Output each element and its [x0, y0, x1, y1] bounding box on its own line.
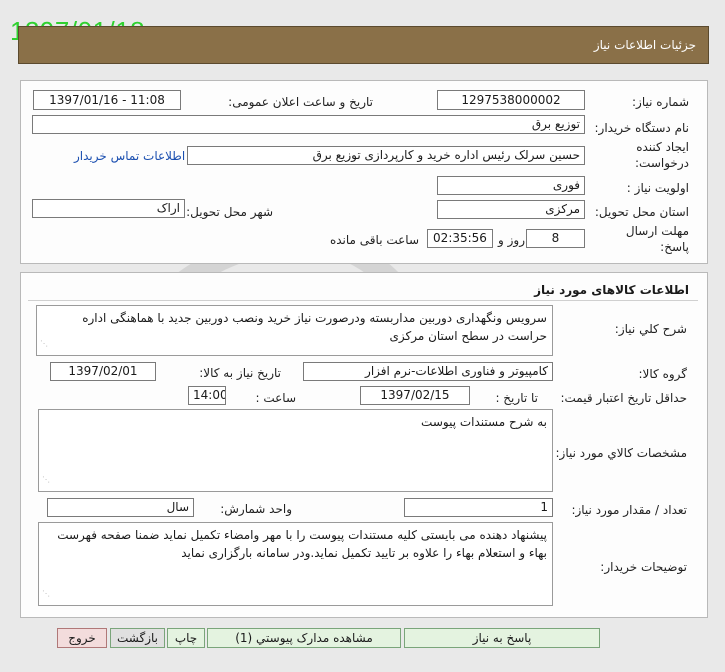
city-field[interactable]: اراک [32, 199, 185, 218]
price-validity-label: حداقل تاریخ اعتبار قیمت: [560, 391, 687, 405]
announce-date-label: تاریخ و ساعت اعلان عمومی: [228, 95, 373, 109]
view-attachments-button[interactable]: مشاهده مدارک پیوستي (1) [207, 628, 401, 648]
unit-label: واحد شمارش: [220, 502, 292, 516]
specs-text: به شرح مستندات پیوست [421, 415, 547, 429]
priority-field[interactable]: فوری [437, 176, 585, 195]
remaining-time-label: ساعت باقی مانده [329, 233, 419, 247]
need-number-label: شماره نیاز: [632, 95, 689, 109]
quantity-field[interactable]: 1 [404, 498, 553, 517]
exit-button[interactable]: خروج [57, 628, 107, 648]
print-button[interactable]: چاپ [167, 628, 205, 648]
section-divider [28, 300, 698, 301]
summary-label: شرح کلي نياز: [614, 322, 687, 336]
unit-field[interactable]: سال [47, 498, 194, 517]
contact-info-link[interactable]: اطلاعات تماس خریدار [74, 149, 185, 163]
reply-button[interactable]: پاسخ به نیاز [404, 628, 600, 648]
priority-label: اولویت نیاز : [626, 181, 689, 195]
time-remaining-field[interactable]: 02:35:56 [427, 229, 493, 248]
buyer-notes-text: پیشنهاد دهنده می بایستی کلیه مستندات پیو… [57, 528, 547, 560]
summary-text: سرویس ونگهداری دوربین مداربسته ودرصورت ن… [82, 311, 547, 343]
specs-textarea[interactable]: به شرح مستندات پیوست ⋰ [38, 409, 553, 492]
goods-group-field[interactable]: کامپیوتر و فناوری اطلاعات-نرم افزار [303, 362, 553, 381]
resize-grip-icon: ⋰ [42, 475, 50, 484]
announce-date-field[interactable]: 1397/01/16 - 11:08 [33, 90, 181, 110]
deadline-label-2: پاسخ: [660, 240, 689, 254]
validity-hour-label: ساعت : [255, 391, 296, 405]
buyer-notes-textarea[interactable]: پیشنهاد دهنده می بایستی کلیه مستندات پیو… [38, 522, 553, 606]
creator-field[interactable]: حسین سرلک رئیس اداره خرید و کارپردازی تو… [187, 146, 585, 165]
buyer-label: نام دستگاه خریدار: [594, 121, 690, 135]
province-label: استان محل تحویل: [594, 205, 689, 219]
page-header: جزئیات اطلاعات نیاز [18, 26, 709, 64]
creator-label-2: درخواست: [635, 156, 689, 170]
specs-label: مشخصات کالاي مورد نياز: [555, 446, 687, 460]
buyer-notes-label: توضیحات خریدار: [600, 560, 687, 574]
page-title: جزئیات اطلاعات نیاز [593, 38, 696, 52]
need-number-field[interactable]: 1297538000002 [437, 90, 585, 110]
need-date-field[interactable]: 1397/02/01 [50, 362, 156, 381]
goods-group-label: گروه کالا: [638, 367, 688, 381]
resize-grip-icon: ⋰ [42, 589, 50, 598]
quantity-label: تعداد / مقدار مورد نیاز: [571, 503, 687, 517]
need-date-label: تاریخ نیاز به کالا: [199, 366, 281, 380]
deadline-label-1: مهلت ارسال [625, 224, 689, 238]
goods-section-title: اطلاعات کالاهای مورد نیاز [534, 283, 689, 297]
creator-label-1: ایجاد کننده [636, 140, 689, 154]
days-remaining-field[interactable]: 8 [526, 229, 585, 248]
resize-grip-icon: ⋰ [40, 339, 48, 348]
province-field[interactable]: مرکزی [437, 200, 585, 219]
validity-date-field[interactable]: 1397/02/15 [360, 386, 470, 405]
until-date-label: تا تاریخ : [495, 391, 538, 405]
buyer-field[interactable]: توزیع برق [32, 115, 585, 134]
validity-time-field[interactable]: 14:00 [188, 386, 226, 405]
back-button[interactable]: بازگشت [110, 628, 165, 648]
summary-textarea[interactable]: سرویس ونگهداری دوربین مداربسته ودرصورت ن… [36, 305, 553, 356]
city-label: شهر محل تحویل: [186, 205, 273, 219]
days-label: روز و [498, 233, 525, 247]
